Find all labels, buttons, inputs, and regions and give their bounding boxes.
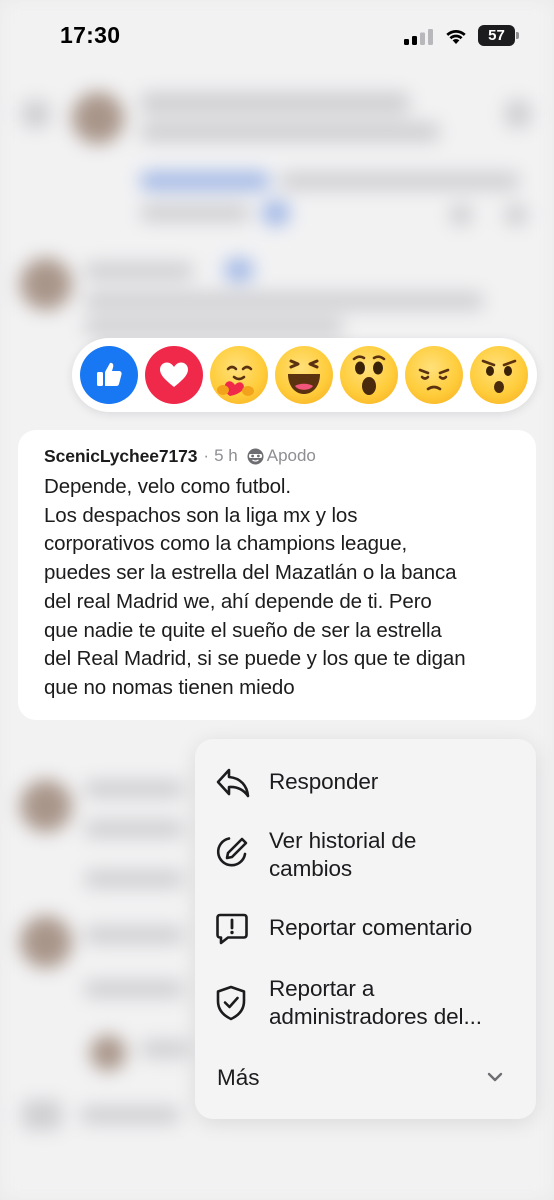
home-indicator-area [0, 1160, 554, 1200]
thumbs-up-icon [97, 362, 122, 386]
love-reaction-button[interactable] [145, 346, 203, 404]
reply-label: Responder [269, 769, 379, 794]
battery-level: 57 [488, 27, 505, 44]
comment-author[interactable]: ScenicLychee7173 [44, 446, 198, 467]
edit-history-menu-item[interactable]: Ver historial de cambios [195, 827, 536, 887]
shield-check-icon [216, 985, 246, 1021]
hug-face-icon [217, 365, 254, 396]
comment-card: ScenicLychee7173 · 5 h Apodo Depende, ve… [18, 430, 536, 720]
comment-body: Depende, velo como futbol. Los despachos… [44, 475, 466, 699]
cellular-signal-icon [404, 29, 433, 45]
edit-history-label: Ver historial de cambios [269, 828, 417, 881]
like-reaction-button[interactable] [80, 346, 138, 404]
status-time: 17:30 [60, 22, 121, 48]
sad-reaction-button[interactable] [405, 346, 463, 404]
report-comment-menu-item[interactable]: Reportar comentario [195, 912, 536, 946]
edit-history-icon [216, 837, 248, 867]
surprised-face-icon [352, 355, 386, 395]
wifi-icon [446, 29, 466, 44]
reaction-bar [72, 338, 537, 412]
skeptical-face-icon [481, 359, 517, 393]
report-admins-menu-item[interactable]: Reportar a administradores del... [195, 975, 536, 1035]
haha-reaction-button[interactable] [275, 346, 333, 404]
hmm-reaction-button[interactable] [470, 346, 528, 404]
laughing-face-icon [288, 359, 320, 394]
wow-reaction-button[interactable] [340, 346, 398, 404]
comment-meta: ScenicLychee7173 · 5 h Apodo [44, 444, 516, 468]
comment-time: 5 h [214, 446, 238, 465]
chevron-down-icon [487, 1072, 503, 1082]
more-label: Más [217, 1065, 260, 1090]
report-comment-icon [216, 913, 248, 945]
comment-alias: Apodo [266, 446, 316, 465]
more-options-toggle[interactable]: Más [195, 1064, 536, 1094]
heart-icon [160, 362, 188, 387]
reply-menu-item[interactable]: Responder [195, 766, 536, 800]
reply-arrow-icon [216, 768, 250, 798]
battery-indicator: 57 [478, 25, 519, 46]
report-comment-label: Reportar comentario [269, 915, 473, 940]
comment-context-menu: Responder Ver historial de cambios Repor… [195, 739, 536, 1119]
anonymous-alias-icon [247, 448, 264, 465]
meta-separator: · [203, 446, 210, 465]
sad-face-icon [418, 368, 450, 391]
report-admins-label: Reportar a administradores del... [269, 976, 482, 1029]
care-reaction-button[interactable] [210, 346, 268, 404]
status-bar: 17:30 57 [0, 0, 554, 74]
